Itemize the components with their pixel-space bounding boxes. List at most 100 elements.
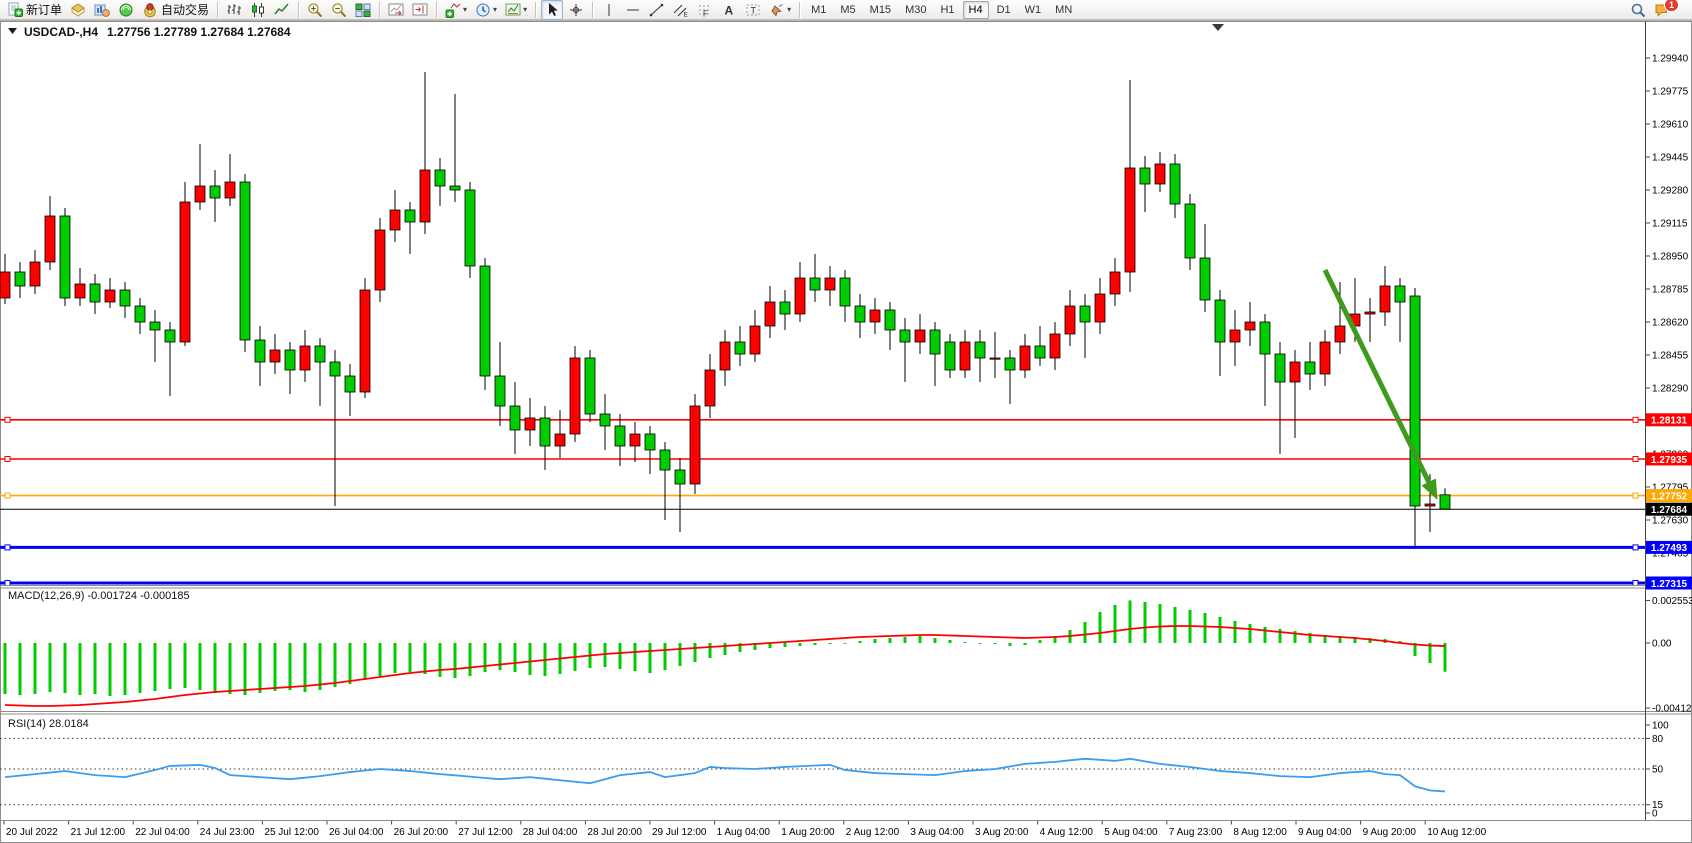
terminal-button[interactable]: [115, 0, 137, 20]
chart-background: [1, 22, 1692, 843]
crosshair-button[interactable]: [565, 0, 587, 20]
macd-histogram-bar: [529, 643, 532, 675]
macd-histogram-bar: [859, 641, 862, 643]
rsi-label: RSI(14) 28.0184: [8, 718, 89, 730]
mt4-terminal: { "toolbar": { "groups": [ [ {"name":"ne…: [0, 0, 1692, 843]
macd-histogram-bar: [1099, 612, 1102, 643]
price-axis-label: 1.28950: [1652, 252, 1689, 263]
timeframe-button-M1[interactable]: M1: [805, 1, 832, 19]
main-toolbar: 新订单 自动交易 ▾ ▾ ▾ E F AT ▾ M1M5M15M30H1H4D1W1MN 1: [0, 0, 1692, 20]
cursor-button[interactable]: [541, 0, 563, 20]
rsi-axis-label: 0: [1652, 809, 1658, 820]
new-order-button[interactable]: 新订单: [4, 0, 65, 20]
templates-button[interactable]: ▾: [502, 0, 530, 20]
search-button[interactable]: [1627, 0, 1649, 20]
chart-shift-button[interactable]: [409, 0, 431, 20]
vertical-line-button[interactable]: [598, 0, 620, 20]
macd-histogram-bar: [1264, 627, 1267, 643]
line-handle[interactable]: [5, 417, 10, 422]
line-handle[interactable]: [5, 545, 10, 550]
chart-shift-icon: [412, 2, 428, 18]
chevron-down-icon[interactable]: ▾: [787, 5, 791, 14]
tile-windows-button[interactable]: [352, 0, 374, 20]
line-handle[interactable]: [5, 493, 10, 498]
toolbar-separator: [379, 2, 380, 18]
timeframe-button-D1[interactable]: D1: [991, 1, 1017, 19]
text-label-button[interactable]: T: [742, 0, 764, 20]
macd-histogram-bar: [439, 643, 442, 677]
bid-price-tag: 1.27684: [1646, 503, 1692, 516]
line-handle[interactable]: [5, 581, 10, 586]
chevron-down-icon[interactable]: ▾: [463, 5, 467, 14]
line-chart-button[interactable]: [271, 0, 293, 20]
timeframe-button-M5[interactable]: M5: [834, 1, 861, 19]
periods-button[interactable]: ▾: [472, 0, 500, 20]
auto-trading-button[interactable]: 自动交易: [139, 0, 212, 20]
timeframe-button-W1[interactable]: W1: [1019, 1, 1048, 19]
chart-window[interactable]: USDCAD-,H41.27756 1.27789 1.27684 1.2768…: [0, 21, 1692, 843]
macd-histogram-bar: [1234, 621, 1237, 643]
indicators-button[interactable]: ▾: [442, 0, 470, 20]
price-axis-label: 1.29445: [1652, 153, 1689, 164]
candlestick-button[interactable]: [247, 0, 269, 20]
macd-histogram-bar: [1084, 622, 1087, 643]
macd-histogram-bar: [1114, 605, 1117, 643]
macd-histogram-bar: [1249, 624, 1252, 643]
macd-histogram-bar: [289, 643, 292, 690]
time-axis-label: 3 Aug 04:00: [910, 827, 964, 838]
trendline-icon: [649, 2, 665, 18]
navigator-button[interactable]: [91, 0, 113, 20]
terminal-icon: [118, 2, 134, 18]
bar-chart-button[interactable]: [223, 0, 245, 20]
fibonacci-button[interactable]: F: [694, 0, 716, 20]
macd-histogram-bar: [679, 643, 682, 666]
candle: [60, 208, 70, 306]
channel-button[interactable]: E: [670, 0, 692, 20]
macd-histogram-bar: [1444, 643, 1447, 672]
zoom-out-icon: [331, 2, 347, 18]
time-axis-label: 28 Jul 04:00: [523, 827, 578, 838]
shapes-button[interactable]: ▾: [766, 0, 794, 20]
trendline-button[interactable]: [646, 0, 668, 20]
line-handle[interactable]: [1633, 493, 1638, 498]
horizontal-line-button[interactable]: [622, 0, 644, 20]
timeframe-button-H1[interactable]: H1: [934, 1, 960, 19]
macd-histogram-bar: [484, 643, 487, 672]
line-chart-icon: [274, 2, 290, 18]
market-watch-button[interactable]: [67, 0, 89, 20]
time-axis-label: 27 Jul 12:00: [458, 827, 513, 838]
macd-histogram-bar: [469, 643, 472, 676]
chevron-down-icon[interactable]: ▾: [493, 5, 497, 14]
line-handle[interactable]: [1633, 545, 1638, 550]
timeframe-button-H4[interactable]: H4: [963, 1, 989, 19]
cursor-icon: [544, 2, 560, 18]
line-handle[interactable]: [1633, 417, 1638, 422]
line-handle[interactable]: [1633, 581, 1638, 586]
time-axis-label: 7 Aug 23:00: [1169, 827, 1223, 838]
svg-text:A: A: [725, 3, 734, 17]
macd-histogram-bar: [169, 643, 172, 689]
zoom-out-button[interactable]: [328, 0, 350, 20]
rsi-axis-label: 100: [1652, 721, 1669, 732]
toolbar-separator: [298, 2, 299, 18]
hline-icon: [625, 2, 641, 18]
timeframe-button-MN[interactable]: MN: [1049, 1, 1078, 19]
timeframe-button-M30[interactable]: M30: [899, 1, 932, 19]
chart-canvas[interactable]: USDCAD-,H41.27756 1.27789 1.27684 1.2768…: [0, 21, 1692, 843]
line-handle[interactable]: [1633, 457, 1638, 462]
macd-histogram-bar: [454, 643, 457, 678]
tile-windows-icon: [355, 2, 371, 18]
notifications-button[interactable]: 1: [1651, 0, 1688, 20]
chart-title-quotes: 1.27756 1.27789 1.27684 1.27684: [107, 25, 291, 39]
timeframe-button-M15[interactable]: M15: [864, 1, 897, 19]
auto-scroll-button[interactable]: [385, 0, 407, 20]
time-axis-label: 21 Jul 12:00: [71, 827, 126, 838]
svg-text:F: F: [703, 9, 708, 18]
chevron-down-icon[interactable]: ▾: [523, 5, 527, 14]
macd-histogram-bar: [349, 643, 352, 684]
zoom-in-button[interactable]: [304, 0, 326, 20]
text-button[interactable]: A: [718, 0, 740, 20]
line-handle[interactable]: [5, 457, 10, 462]
macd-histogram-bar: [964, 642, 967, 643]
macd-histogram-bar: [1024, 643, 1027, 645]
